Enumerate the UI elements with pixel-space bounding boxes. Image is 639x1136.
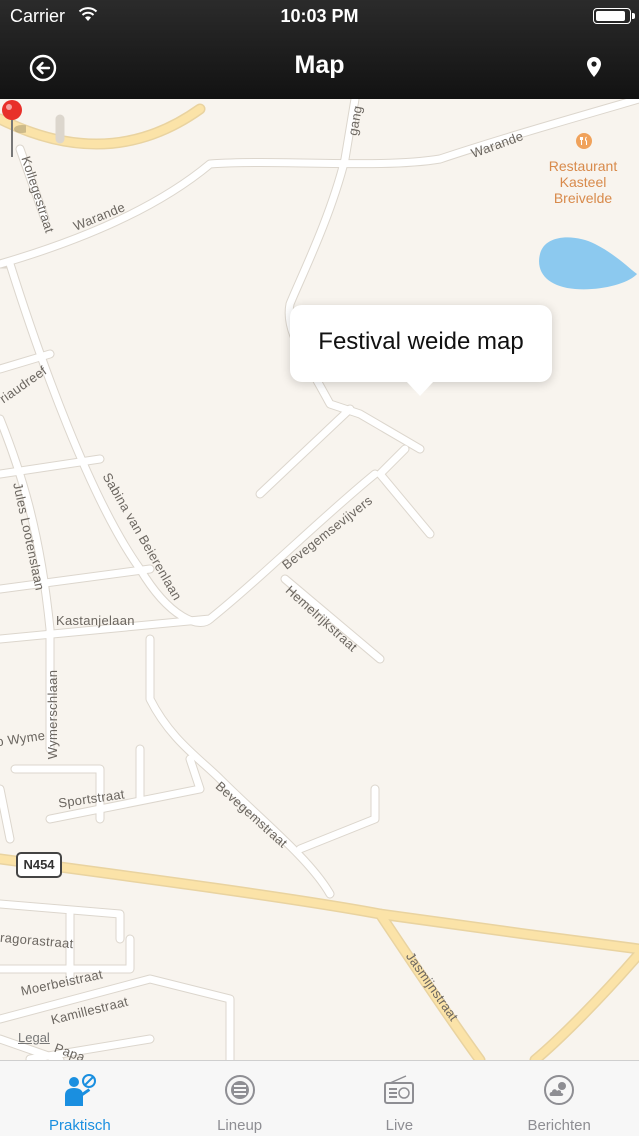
- poi-line-3: Breivelde: [553, 190, 613, 206]
- tab-lineup[interactable]: Lineup: [160, 1061, 320, 1136]
- tab-label: Berichten: [527, 1117, 591, 1134]
- road-shield: N454: [16, 852, 62, 878]
- poi-line-2: Kasteel: [559, 174, 607, 190]
- tab-label: Praktisch: [49, 1117, 111, 1134]
- restaurant-icon[interactable]: [576, 133, 592, 149]
- person-info-icon: [64, 1074, 96, 1106]
- page-title: Map: [294, 51, 345, 79]
- tab-live[interactable]: Live: [320, 1061, 480, 1136]
- tab-praktisch[interactable]: Praktisch: [0, 1061, 160, 1136]
- poi-line-1: Restaurant: [548, 158, 618, 174]
- app-screen: Carrier 10:03 PM Map Restaurant Kasteel …: [0, 0, 639, 1136]
- map-view[interactable]: Restaurant Kasteel Breivelde Warande War…: [0, 99, 639, 1060]
- tab-label: Lineup: [217, 1117, 263, 1134]
- map-pin-icon[interactable]: [0, 99, 26, 159]
- poi-restaurant-label[interactable]: Restaurant Kasteel Breivelde: [538, 158, 628, 206]
- location-pin-button[interactable]: [583, 55, 605, 81]
- radio-icon: [384, 1075, 415, 1104]
- top-bar: Carrier 10:03 PM Map: [0, 0, 639, 99]
- status-time: 10:03 PM: [280, 6, 359, 26]
- lake: [539, 237, 637, 290]
- street-label: Kastanjelaan: [56, 613, 135, 628]
- street-label: Wymerschlaan: [45, 669, 61, 760]
- map-roads: [0, 99, 639, 1060]
- tab-bar: Praktisch Lineup Live Berichten: [0, 1060, 639, 1136]
- globe-list-icon: [224, 1075, 255, 1105]
- annotation-callout[interactable]: Festival weide map: [290, 305, 552, 396]
- status-bar: Carrier 10:03 PM: [0, 0, 639, 33]
- weather-cloud-icon: [544, 1075, 575, 1105]
- navigation-bar: Map: [0, 33, 639, 99]
- tab-label: Live: [385, 1117, 414, 1134]
- tab-berichten[interactable]: Berichten: [479, 1061, 639, 1136]
- legal-link[interactable]: Legal: [18, 1030, 50, 1045]
- battery-icon: [593, 8, 635, 24]
- battery-fill: [596, 11, 626, 21]
